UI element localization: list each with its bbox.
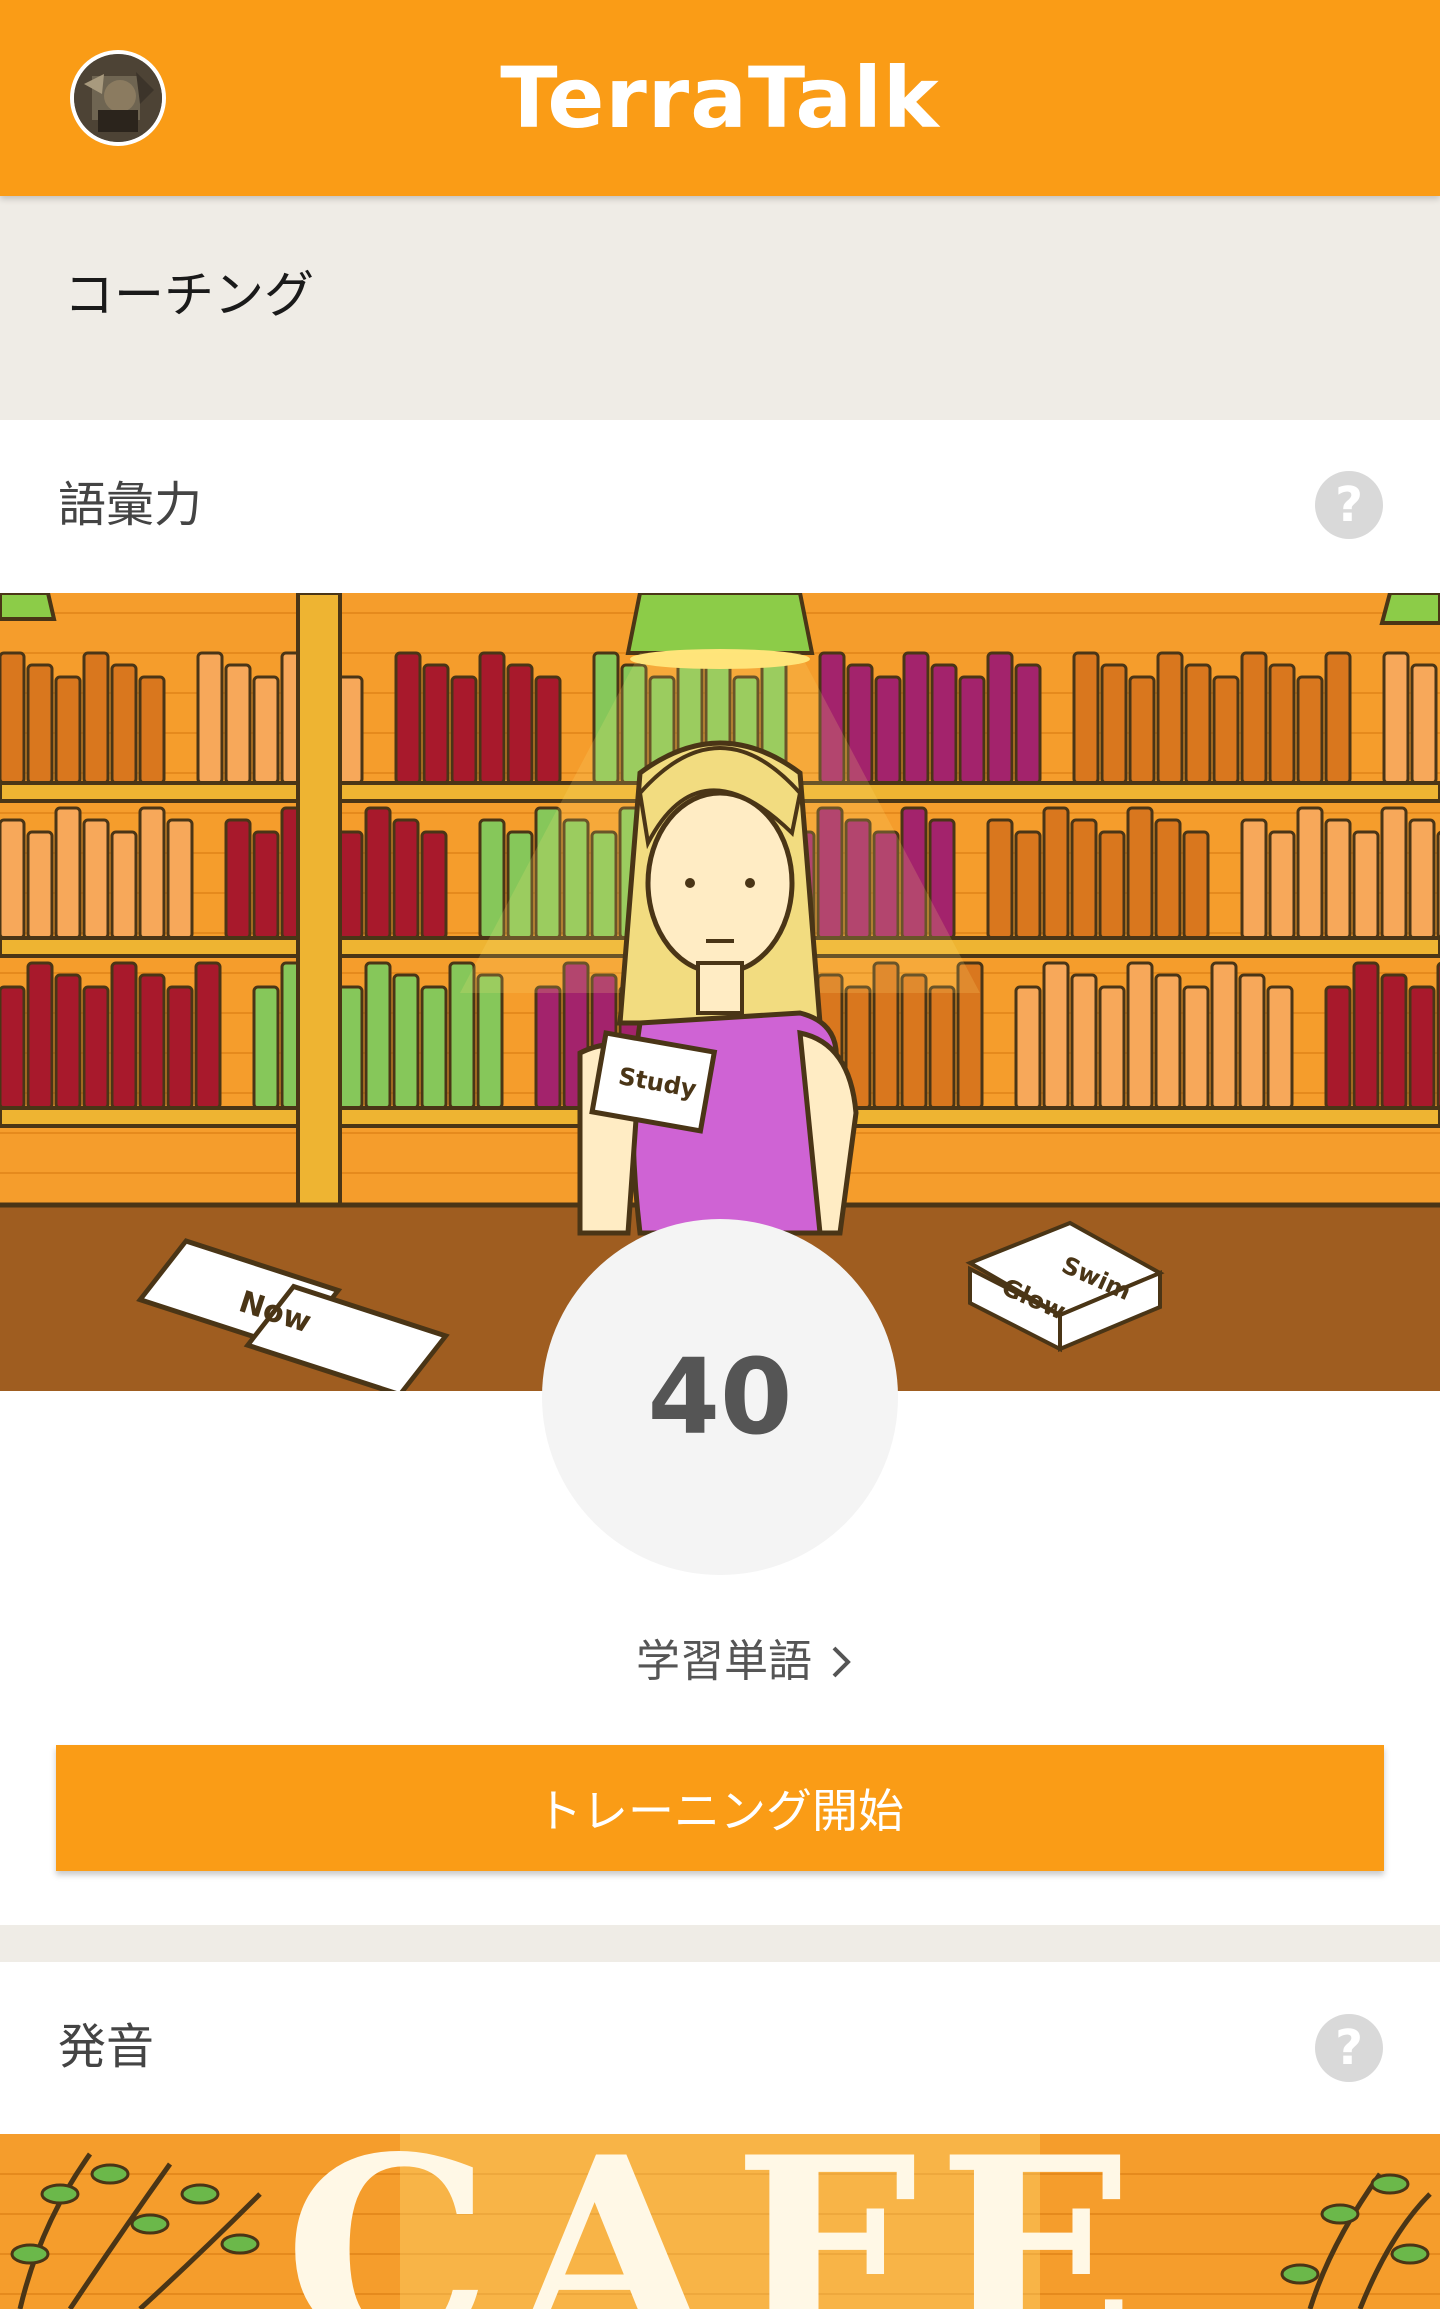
help-icon[interactable]: ? (1315, 2014, 1383, 2082)
section-title: コーチング (64, 266, 314, 324)
start-training-button[interactable]: トレーニング開始 (56, 1745, 1384, 1871)
app-title: TerraTalk (500, 49, 940, 147)
pronunciation-card-title: 発音 (58, 2019, 155, 2075)
chevron-right-icon (832, 1646, 851, 1678)
help-icon[interactable]: ? (1315, 471, 1383, 539)
pronunciation-illustration: CAFE (0, 2134, 1440, 2309)
learned-words-label: 学習単語 (636, 1636, 812, 1687)
cafe-scene-image: CAFE (0, 2134, 1440, 2309)
vocabulary-score: 40 (647, 1336, 793, 1458)
cafe-sign-text: CAFE (284, 2134, 1155, 2309)
vocabulary-card-title: 語彙力 (58, 477, 203, 533)
app-header: TerraTalk (0, 0, 1440, 196)
